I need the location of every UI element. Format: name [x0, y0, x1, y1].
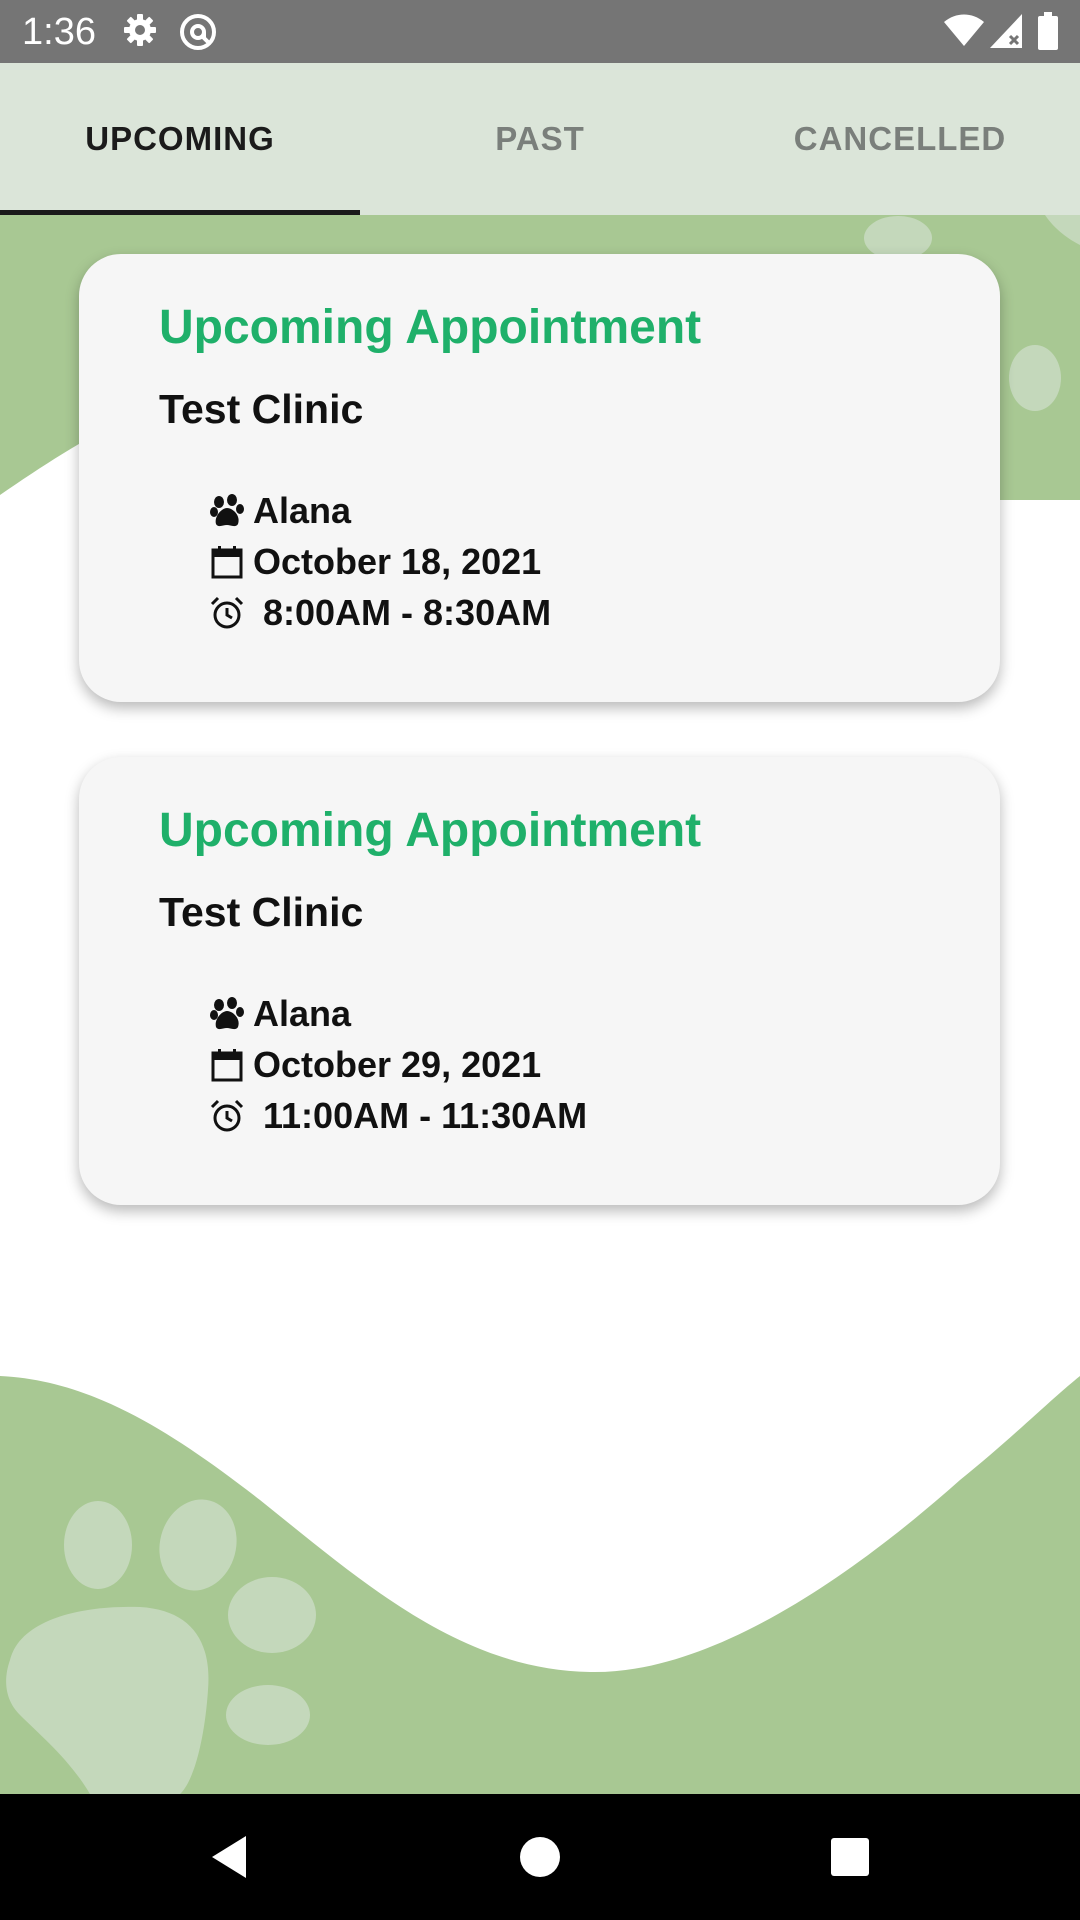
appointment-title: Upcoming Appointment	[159, 301, 702, 354]
at-sign-icon	[178, 12, 218, 57]
appointment-card[interactable]: Upcoming Appointment Test Clinic Alana O…	[79, 757, 1000, 1205]
pet-row: Alana	[210, 989, 351, 1039]
clinic-name: Test Clinic	[159, 889, 364, 935]
gear-icon	[122, 12, 158, 53]
tab-indicator	[0, 210, 360, 215]
appointment-time: 11:00AM - 11:30AM	[253, 1095, 588, 1136]
date-row: October 18, 2021	[210, 537, 541, 587]
alarm-clock-icon	[210, 1099, 244, 1133]
navigation-bar	[0, 1794, 1080, 1920]
tab-bar: UPCOMING PAST CANCELLED	[0, 63, 1080, 215]
status-bar: 1:36	[0, 0, 1080, 63]
date-row: October 29, 2021	[210, 1040, 541, 1090]
time-row: 8:00AM - 8:30AM	[210, 588, 551, 638]
pet-row: Alana	[210, 486, 351, 536]
clinic-name: Test Clinic	[159, 386, 364, 432]
back-icon[interactable]	[198, 1824, 264, 1890]
status-time: 1:36	[22, 11, 96, 53]
alarm-clock-icon	[210, 596, 244, 630]
pet-name: Alana	[253, 993, 352, 1034]
tab-cancelled[interactable]: CANCELLED	[720, 63, 1080, 215]
appointment-title: Upcoming Appointment	[159, 804, 702, 857]
recents-icon[interactable]	[817, 1824, 883, 1890]
appointment-date: October 18, 2021	[253, 541, 542, 582]
appointment-date: October 29, 2021	[253, 1044, 542, 1085]
appointment-card[interactable]: Upcoming Appointment Test Clinic Alana O…	[79, 254, 1000, 702]
calendar-icon	[210, 1048, 244, 1082]
battery-icon	[1038, 12, 1058, 55]
paw-icon	[210, 997, 244, 1031]
time-row: 11:00AM - 11:30AM	[210, 1091, 587, 1141]
calendar-icon	[210, 545, 244, 579]
wifi-icon	[944, 14, 984, 53]
tab-upcoming[interactable]: UPCOMING	[0, 63, 360, 215]
paw-icon	[210, 494, 244, 528]
tab-past[interactable]: PAST	[360, 63, 720, 215]
appointment-time: 8:00AM - 8:30AM	[253, 592, 552, 633]
home-icon[interactable]	[507, 1824, 573, 1890]
signal-icon	[990, 14, 1022, 53]
pet-name: Alana	[253, 490, 352, 531]
